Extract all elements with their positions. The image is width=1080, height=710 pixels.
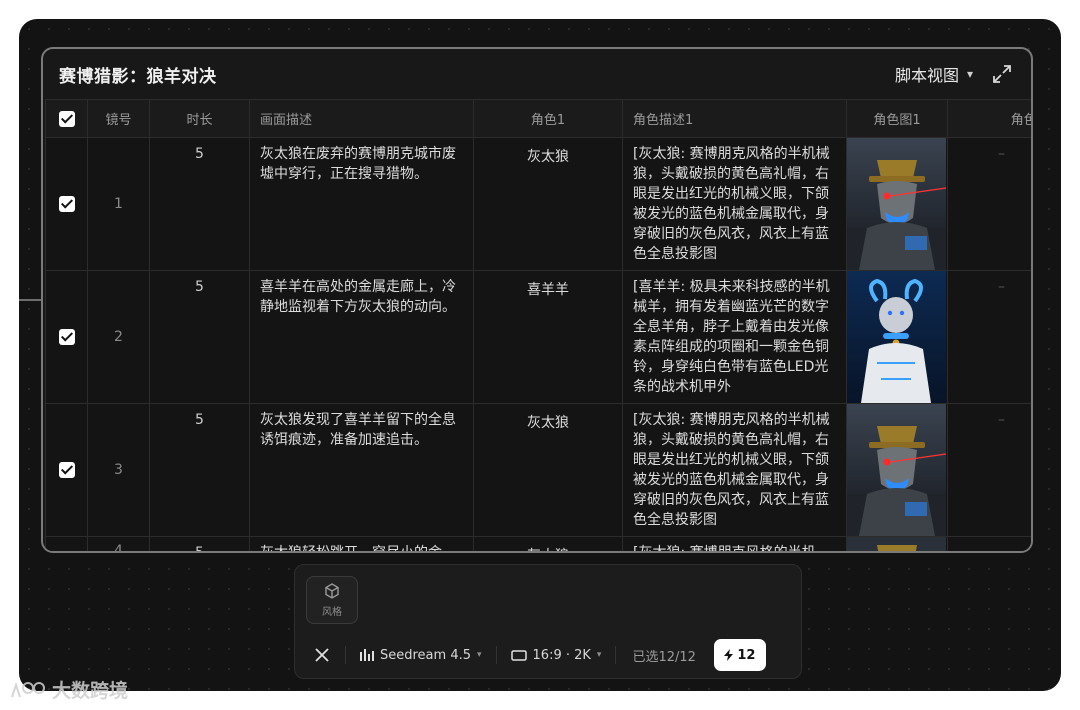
expand-icon[interactable] <box>991 63 1013 85</box>
scene-desc-cell[interactable]: 灰太狼在废弃的赛博朋克城市废墟中穿行，正在搜寻猎物。 <box>249 137 474 271</box>
close-icon <box>315 648 329 662</box>
cube-icon <box>325 583 339 599</box>
watermark: 大数跨境 <box>10 676 128 703</box>
divider <box>345 646 346 664</box>
scene-desc-cell[interactable]: 喜羊羊在高处的金属走廊上，冷静地监视着下方灰太狼的动向。 <box>249 270 474 404</box>
cyber-sheep-image <box>847 271 946 403</box>
col-shot[interactable]: 镜号 <box>87 99 150 138</box>
storyboard-sheet[interactable]: 赛博猎影：狼羊对决 脚本视图 ▾ 镜号 时长 画面描述 角色1 角色描述1 角色… <box>41 47 1033 553</box>
cyber-wolf-image <box>847 404 946 536</box>
close-button[interactable] <box>313 646 331 664</box>
col-role1[interactable]: 角色1 <box>473 99 623 138</box>
shot-number: 4 <box>87 536 150 551</box>
select-all-cell[interactable] <box>45 99 88 138</box>
col-role1-image[interactable]: 角色图1 <box>846 99 948 138</box>
row-checkbox[interactable] <box>58 462 75 478</box>
cyber-wolf-image <box>847 138 946 270</box>
chevron-down-icon: ▾ <box>596 650 602 660</box>
divider <box>495 646 497 664</box>
role1-desc-cell: [喜羊羊: 极具未来科技感的半机械羊，拥有发着幽蓝光芒的数字全息羊角，脖子上戴着… <box>633 279 830 395</box>
panel-toolbar: Seedream 4.5 ▾ 16:9 · 2K ▾ 已选12/12 12 <box>295 637 801 673</box>
bar-chart-icon <box>360 649 374 661</box>
generation-panel: 风格 Seedream 4.5 ▾ 16:9 · 2K ▾ 已选12/12 12 <box>294 564 802 679</box>
model-selector[interactable]: Seedream 4.5 ▾ <box>360 648 482 663</box>
watermark-text: 大数跨境 <box>52 680 129 702</box>
role1-image-cell[interactable] <box>846 270 948 404</box>
col-role1-desc[interactable]: 角色描述1 <box>622 99 847 138</box>
sheet-header: 赛博猎影：狼羊对决 脚本视图 ▾ <box>43 49 1031 99</box>
role1-desc-cell[interactable]: [灰太狼: 赛博朋克风格的半机 <box>622 536 847 551</box>
shot-number: 3 <box>87 403 150 537</box>
model-label: Seedream 4.5 <box>380 647 471 663</box>
connector-line <box>19 299 41 301</box>
role2-cell[interactable] <box>947 536 1031 551</box>
row-checkbox[interactable] <box>58 329 75 345</box>
col-scene-desc[interactable]: 画面描述 <box>249 99 474 138</box>
role1-desc-cell: [灰太狼: 赛博朋克风格的半机械狼，头戴破损的黄色高礼帽，右眼是发出红光的机械义… <box>633 412 830 528</box>
ratio-selector[interactable]: 16:9 · 2K ▾ <box>510 647 602 663</box>
ratio-label: 16:9 · 2K <box>532 647 591 663</box>
shot-number: 2 <box>87 270 150 404</box>
select-all-checkbox[interactable] <box>58 110 75 127</box>
storyboard-table: 镜号 时长 画面描述 角色1 角色描述1 角色图1 角色2 1 5 灰太狼在废 <box>45 99 1031 551</box>
role1-cell[interactable]: 喜羊羊 <box>473 270 623 404</box>
divider <box>615 646 617 664</box>
style-button-label: 风格 <box>322 607 342 618</box>
aspect-ratio-icon <box>510 649 527 661</box>
col-duration[interactable]: 时长 <box>149 99 250 138</box>
generate-count: 12 <box>737 647 756 663</box>
row-checkbox[interactable] <box>58 196 75 212</box>
role1-image-cell[interactable] <box>846 403 948 537</box>
generate-button[interactable]: 12 <box>713 639 766 671</box>
role1-image-cell[interactable] <box>846 137 948 271</box>
logo-icon <box>11 681 45 697</box>
table-wrap[interactable]: 镜号 时长 画面描述 角色1 角色描述1 角色图1 角色2 1 5 灰太狼在废 <box>45 99 1031 551</box>
chevron-down-icon: ▾ <box>966 67 973 81</box>
lightning-icon <box>724 649 734 661</box>
chevron-down-icon: ▾ <box>477 650 482 660</box>
canvas: 赛博猎影：狼羊对决 脚本视图 ▾ 镜号 时长 画面描述 角色1 角色描述1 角色… <box>19 19 1061 691</box>
role1-desc-cell: [灰太狼: 赛博朋克风格的半机械狼，头戴破损的黄色高礼帽，右眼是发出红光的机械义… <box>633 146 830 262</box>
view-selector-label: 脚本视图 <box>894 66 959 85</box>
table-row[interactable]: 1 5 灰太狼在废弃的赛博朋克城市废墟中穿行，正在搜寻猎物。 灰太狼 [灰太狼:… <box>45 137 1031 271</box>
style-button[interactable]: 风格 <box>306 576 358 624</box>
col-role2[interactable]: 角色2 <box>947 99 1031 138</box>
role2-cell[interactable]: – <box>947 270 1031 404</box>
duration-cell[interactable]: 5 <box>149 270 250 404</box>
table-row[interactable]: 2 5 喜羊羊在高处的金属走廊上，冷静地监视着下方灰太狼的动向。 喜羊羊 [喜羊… <box>45 270 1031 404</box>
cyber-wolf-image <box>847 537 946 551</box>
sheet-title: 赛博猎影：狼羊对决 <box>59 66 217 87</box>
selected-count: 已选12/12 <box>632 649 696 665</box>
role1-cell[interactable]: 灰太狼 <box>473 403 623 537</box>
table-header-row: 镜号 时长 画面描述 角色1 角色描述1 角色图1 角色2 <box>45 99 1031 138</box>
role1-cell[interactable]: 灰太狼 <box>473 137 623 271</box>
scene-desc-cell[interactable]: 灰太狼发现了喜羊羊留下的全息诱饵痕迹，准备加速追击。 <box>249 403 474 537</box>
table-row[interactable]: 3 5 灰太狼发现了喜羊羊留下的全息诱饵痕迹，准备加速追击。 灰太狼 [灰太狼:… <box>45 403 1031 537</box>
role2-cell[interactable]: – <box>947 403 1031 537</box>
view-selector[interactable]: 脚本视图 ▾ <box>895 62 973 86</box>
duration-cell[interactable]: 5 <box>149 403 250 537</box>
duration-cell[interactable]: 5 <box>149 137 250 271</box>
role2-cell[interactable]: – <box>947 137 1031 271</box>
scene-desc-cell[interactable]: 灰太狼轻松跳开，穿尽小的金 <box>249 536 474 551</box>
shot-number: 1 <box>87 137 150 271</box>
role1-cell[interactable]: 灰太狼 <box>473 536 623 551</box>
duration-cell[interactable]: 5 <box>149 536 250 551</box>
table-row[interactable]: 4 5 灰太狼轻松跳开，穿尽小的金 灰太狼 [灰太狼: 赛博朋克风格的半机 <box>45 536 1031 551</box>
role1-image-cell[interactable] <box>846 536 948 551</box>
